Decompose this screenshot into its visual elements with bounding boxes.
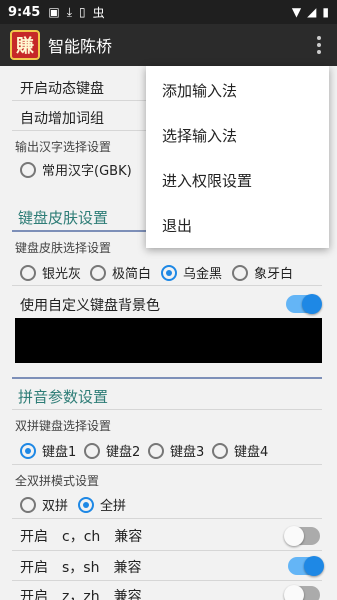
radio-button: [232, 264, 248, 281]
overflow-menu: 添加输入法 选择输入法 进入权限设置 退出: [146, 66, 329, 248]
mode-caption: 全双拼模式设置: [15, 474, 100, 488]
compat-s-toggle[interactable]: [288, 556, 324, 576]
radio-button: [90, 264, 106, 281]
keyboard-option-4[interactable]: 键盘4: [212, 441, 268, 460]
download-icon: ⤓: [66, 4, 72, 19]
keyboard-option-2[interactable]: 键盘2: [84, 441, 140, 460]
compat-z-label: 开启 z，zh 兼容: [20, 589, 142, 600]
divider: [12, 409, 322, 410]
status-time: 9:45: [8, 4, 41, 20]
hanzi-option-gbk[interactable]: 常用汉字(GBK): [20, 160, 132, 179]
divider: [12, 285, 322, 286]
skin-option-label: 极简白: [112, 267, 152, 282]
skin-option-label: 银光灰: [42, 267, 82, 282]
divider: [12, 580, 322, 581]
radio-button: [20, 161, 36, 178]
pinyin-section-title: 拼音参数设置: [18, 388, 109, 406]
radio-button-selected: [161, 264, 177, 281]
keyboard-option-label: 键盘4: [234, 445, 269, 460]
signal-icon: ◢: [307, 5, 317, 19]
overflow-menu-icon[interactable]: [311, 33, 327, 57]
radio-button: [84, 442, 100, 459]
mode-option-full[interactable]: 全拼: [78, 495, 126, 514]
skin-option-ivory[interactable]: 象牙白: [232, 263, 293, 282]
skin-option-white[interactable]: 极简白: [90, 263, 151, 282]
sim-alert-icon: ▯: [79, 5, 86, 19]
skin-section-title: 键盘皮肤设置: [18, 209, 109, 227]
radio-button-selected: [78, 496, 94, 513]
compat-c-label: 开启 c，ch 兼容: [20, 529, 143, 545]
divider: [12, 550, 322, 551]
image-icon: ▣: [48, 5, 60, 19]
skin-option-label: 象牙白: [254, 267, 294, 282]
custom-bg-label: 使用自定义键盘背景色: [20, 298, 160, 314]
keyboard-option-1[interactable]: 键盘1: [20, 441, 76, 460]
skin-caption: 键盘皮肤选择设置: [15, 241, 112, 255]
custom-bg-toggle[interactable]: [286, 294, 322, 314]
hanzi-option-label: 常用汉字(GBK): [42, 164, 132, 179]
divider: [12, 518, 322, 519]
mode-option-label: 双拼: [42, 499, 69, 514]
menu-item-select-ime[interactable]: 选择输入法: [146, 113, 329, 158]
auto-add-words-label: 自动增加词组: [20, 111, 104, 127]
radio-button: [148, 442, 164, 459]
skin-option-silver[interactable]: 银光灰: [20, 263, 81, 282]
skin-option-label: 乌金黑: [183, 267, 223, 282]
app-bar: 賺 智能陈桥: [0, 24, 337, 66]
keyboard-option-label: 键盘2: [106, 445, 141, 460]
custom-bg-color-swatch[interactable]: [15, 318, 322, 363]
double-caption: 双拼键盘选择设置: [15, 419, 112, 433]
skin-option-black[interactable]: 乌金黑: [161, 263, 222, 282]
compat-z-toggle[interactable]: [284, 585, 320, 600]
radio-button: [20, 496, 36, 513]
app-icon: 虫: [92, 5, 105, 20]
wifi-icon: ▼: [291, 5, 302, 19]
app-title: 智能陈桥: [48, 37, 113, 56]
section-line: [12, 377, 322, 379]
menu-item-permissions[interactable]: 进入权限设置: [146, 158, 329, 203]
keyboard-option-3[interactable]: 键盘3: [148, 441, 204, 460]
divider: [12, 464, 322, 465]
menu-item-add-ime[interactable]: 添加输入法: [146, 68, 329, 113]
radio-button: [212, 442, 228, 459]
compat-c-toggle[interactable]: [284, 526, 320, 546]
battery-icon: ▮: [322, 5, 329, 19]
dynamic-keyboard-label: 开启动态键盘: [20, 81, 104, 97]
mode-option-double[interactable]: 双拼: [20, 495, 68, 514]
compat-s-label: 开启 s，sh 兼容: [20, 560, 142, 576]
mode-option-label: 全拼: [100, 499, 127, 514]
menu-item-exit[interactable]: 退出: [146, 203, 329, 248]
radio-button-selected: [20, 442, 36, 459]
status-bar: 9:45 ▣ ⤓ ▯ 虫 ▼ ◢ ▮: [0, 0, 337, 24]
keyboard-option-label: 键盘1: [42, 445, 77, 460]
app-logo: 賺: [10, 30, 40, 60]
hanzi-caption: 输出汉字选择设置: [15, 140, 112, 154]
radio-button: [20, 264, 36, 281]
keyboard-option-label: 键盘3: [170, 445, 205, 460]
